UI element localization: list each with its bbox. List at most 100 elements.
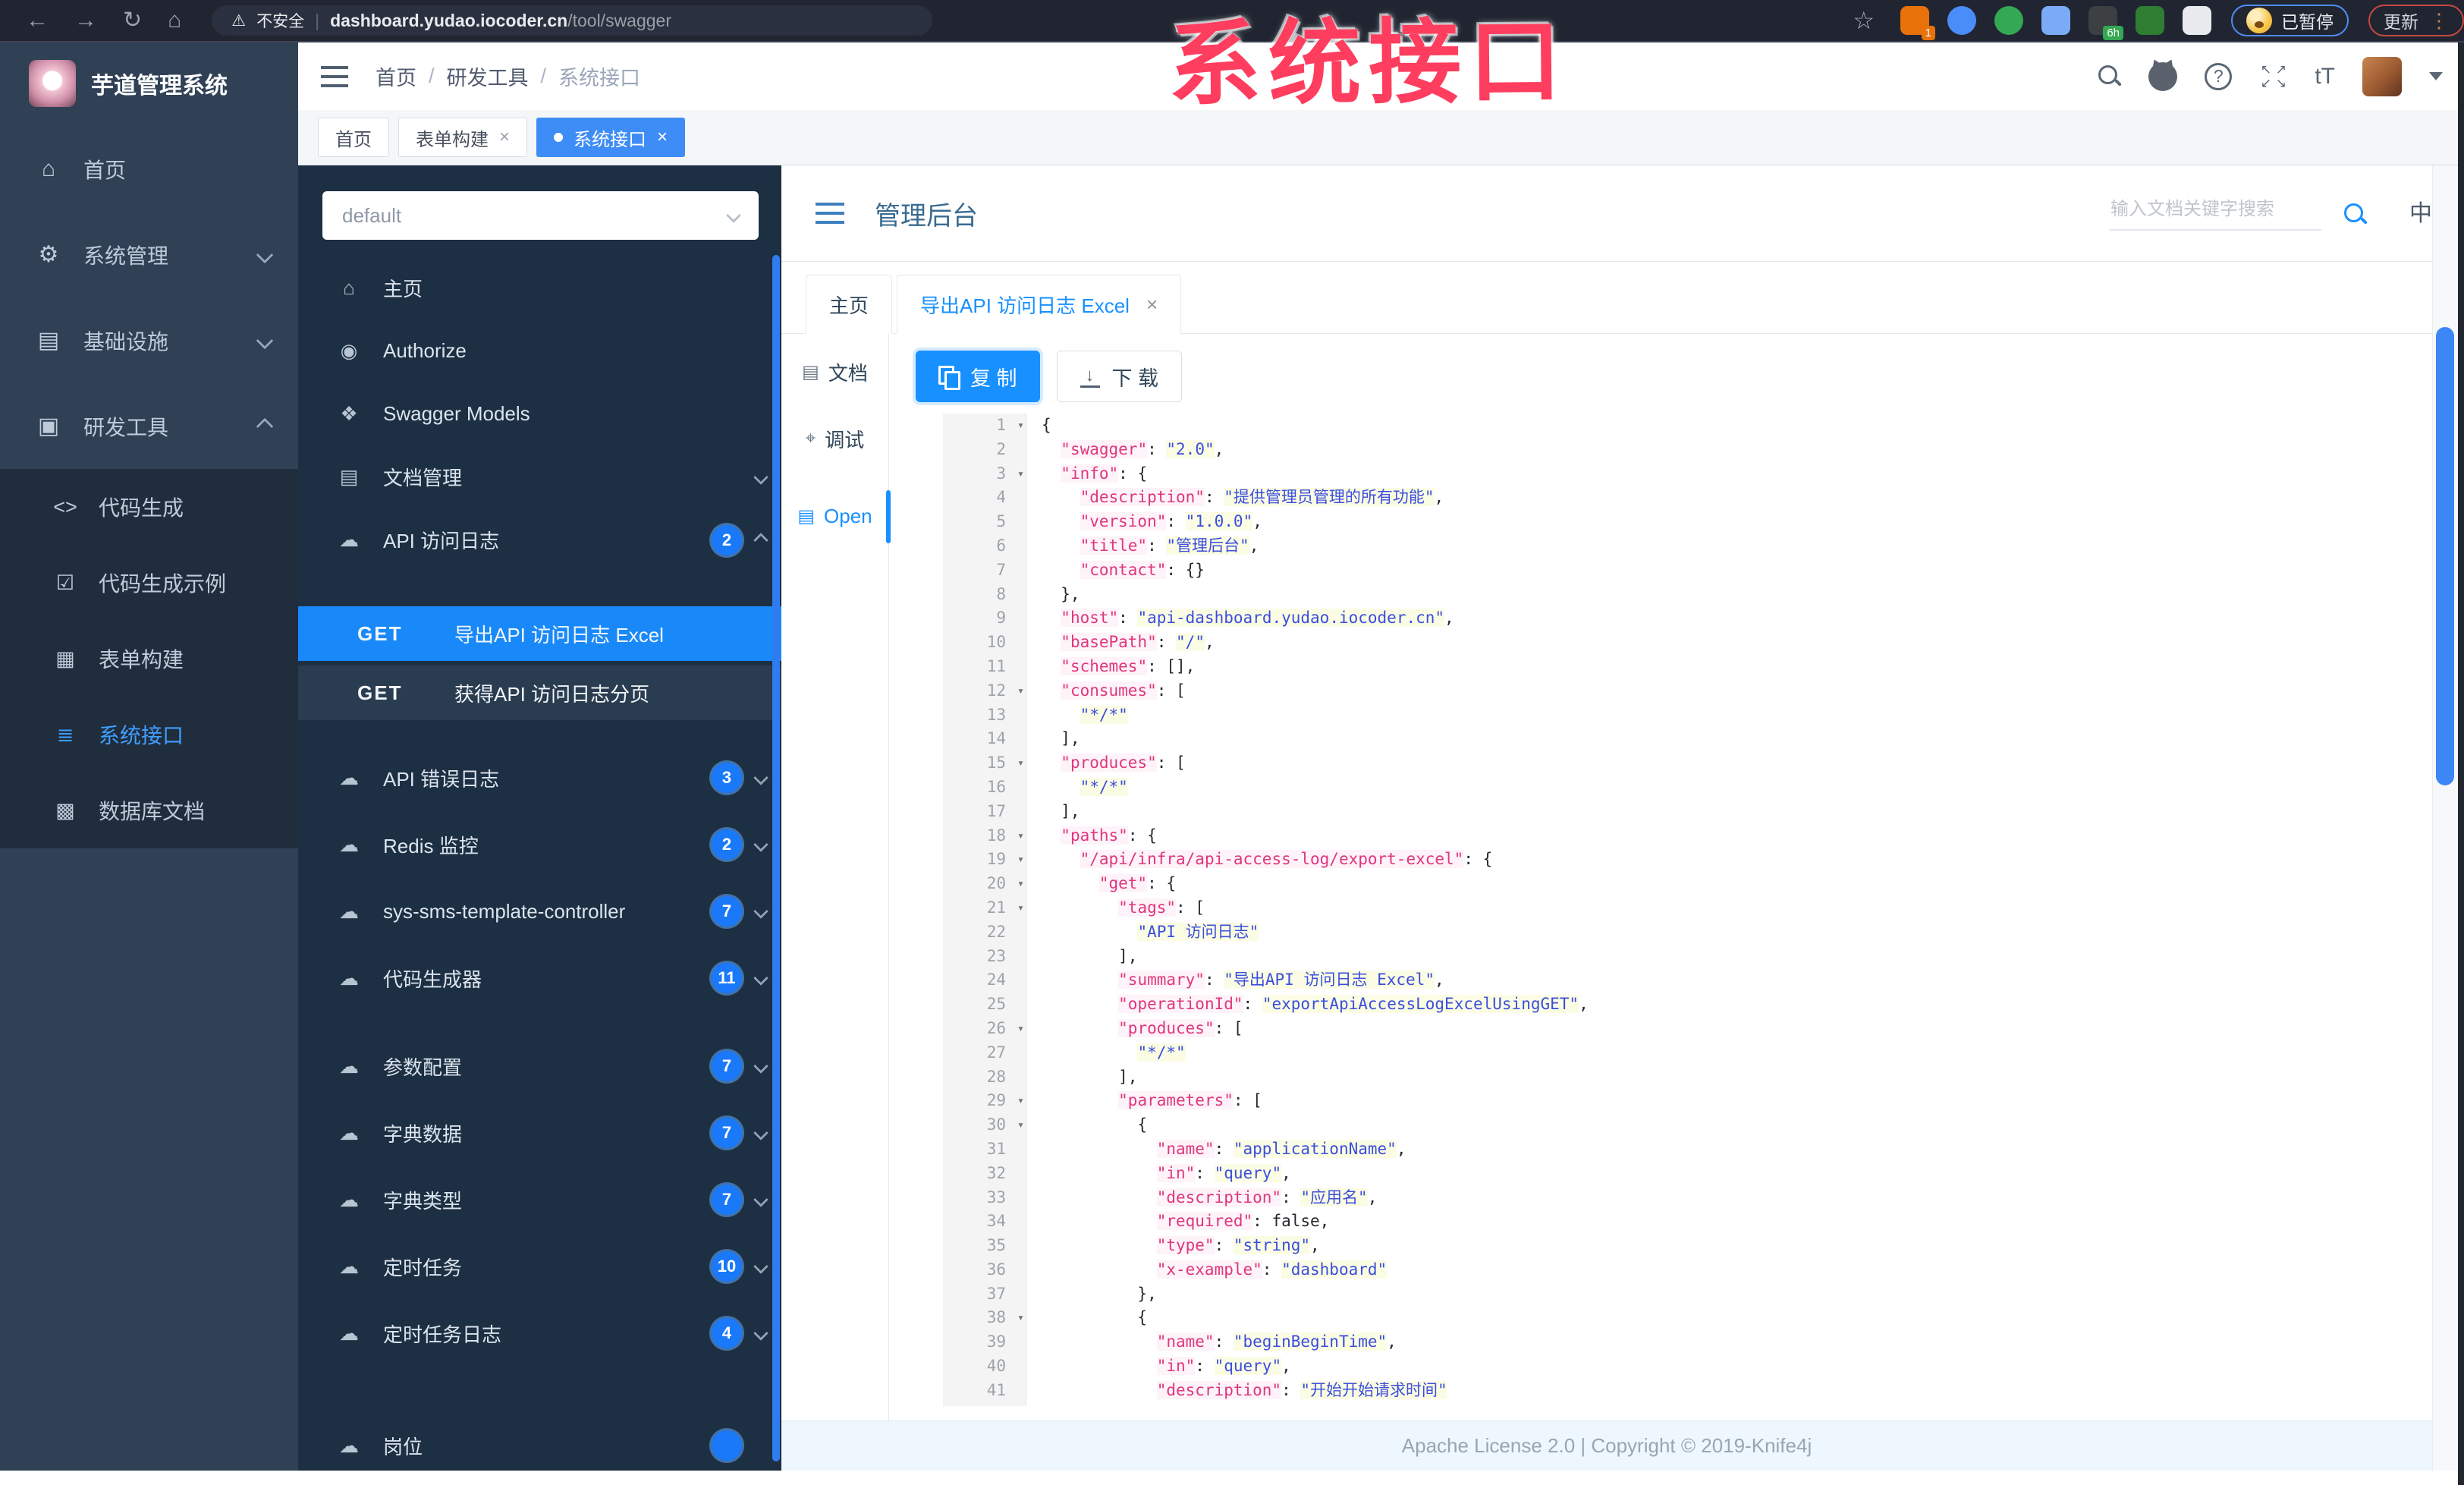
language-toggle-icon[interactable]: 中 <box>2409 194 2432 228</box>
extension-green-bird-icon[interactable] <box>2136 6 2164 35</box>
chevron-down-icon[interactable] <box>753 770 768 785</box>
cloud-icon: ☁ <box>339 766 359 789</box>
chevron-down-icon[interactable] <box>753 904 768 919</box>
back-icon[interactable]: ← <box>26 9 49 32</box>
api-group-8[interactable]: ☁ 定时任务日志 4 <box>298 1300 781 1367</box>
sidebar-item-1[interactable]: ⚙ 系统管理 <box>0 212 298 297</box>
paused-pill[interactable]: 已暂停 <box>2231 5 2349 36</box>
chevron-down-icon[interactable] <box>753 1326 768 1341</box>
doc-side-tab-2[interactable]: ▤ Open <box>781 483 891 549</box>
sidebar-subitem-0[interactable]: <> 代码生成 <box>0 469 298 545</box>
api-nav-item-2[interactable]: ❖ Swagger Models <box>298 382 781 445</box>
sidebar-item-3[interactable]: ▣ 研发工具 <box>0 383 298 469</box>
collapse-doc-nav-icon[interactable] <box>816 203 844 224</box>
sidebar-subitem-4[interactable]: ▩ 数据库文档 <box>0 772 298 848</box>
api-nav-item-0[interactable]: ⌂ 主页 <box>298 256 781 319</box>
address-bar[interactable]: ⚠ 不安全 | dashboard.yudao.iocoder.cn/tool/… <box>212 5 933 36</box>
api-group-4[interactable]: ☁ 参数配置 7 <box>298 1033 781 1100</box>
content-scrollbar-thumb[interactable] <box>2436 327 2454 785</box>
api-group-5[interactable]: ☁ 字典数据 7 <box>298 1100 781 1166</box>
fold-caret-icon[interactable]: ▾ <box>1017 462 1024 486</box>
chevron-down-icon[interactable] <box>753 469 768 485</box>
doc-tab-1[interactable]: 导出API 访问日志 Excel × <box>897 275 1182 334</box>
api-group-1[interactable]: ☁ Redis 监控 2 <box>298 811 781 878</box>
fold-caret-icon[interactable]: ▾ <box>1017 848 1024 872</box>
api-group-6[interactable]: ☁ 字典类型 7 <box>298 1166 781 1233</box>
fold-caret-icon[interactable]: ▾ <box>1017 896 1024 920</box>
extension-blue-pin-icon[interactable] <box>1947 6 1976 35</box>
sidebar-item-0[interactable]: ⌂ 首页 <box>0 126 298 212</box>
chevron-down-icon[interactable] <box>753 1259 768 1274</box>
help-icon[interactable]: ? <box>2205 62 2233 90</box>
fold-caret-icon[interactable]: ▾ <box>1017 1017 1024 1041</box>
not-secure-label[interactable]: 不安全 <box>256 9 304 32</box>
sidebar-subitem-1[interactable]: ☑ 代码生成示例 <box>0 545 298 621</box>
fold-caret-icon[interactable]: ▾ <box>1017 1113 1024 1137</box>
api-group-2[interactable]: ☁ sys-sms-template-controller 7 <box>298 878 781 945</box>
browser-menu-icon[interactable]: ⋮ <box>2429 9 2449 33</box>
chevron-down-icon[interactable] <box>753 971 768 986</box>
chevron-down-icon[interactable] <box>753 1059 768 1074</box>
page-tab-0[interactable]: 首页 <box>318 118 389 157</box>
fold-caret-icon[interactable]: ▾ <box>1017 824 1024 848</box>
window-edge <box>2458 42 2464 1485</box>
endpoint-1[interactable]: GET 获得API 访问日志分页 <box>298 665 781 720</box>
api-group-7[interactable]: ☁ 定时任务 10 <box>298 1233 781 1300</box>
group-select[interactable]: default <box>322 191 759 240</box>
code-editor[interactable]: 1 ▾ 2 3 ▾ 4 5 6 7 8 9 10 11 12 ▾ 13 14 15 ▾ 16 17 18 ▾ 19 ▾ 20 ▾ 21… <box>943 414 2456 1406</box>
fold-caret-icon[interactable]: ▾ <box>1017 1089 1024 1113</box>
extension-orange-icon[interactable]: 1 <box>1900 6 1935 40</box>
api-nav-item-4[interactable]: ☁ API 访问日志 2 <box>298 508 781 571</box>
reload-icon[interactable]: ↻ <box>123 9 142 32</box>
doc-tab-0[interactable]: 主页 <box>806 275 893 334</box>
download-button[interactable]: ↓ 下 载 <box>1056 351 1183 402</box>
endpoint-0[interactable]: GET 导出API 访问日志 Excel <box>298 606 781 661</box>
forward-icon[interactable]: → <box>74 9 97 32</box>
sidebar-item-2[interactable]: ▤ 基础设施 <box>0 297 298 383</box>
fold-caret-icon[interactable]: ▾ <box>1017 751 1024 776</box>
extension-grid-icon[interactable] <box>2041 6 2070 35</box>
api-nav-item-1[interactable]: ◉ Authorize <box>298 319 781 382</box>
chevron-down-icon[interactable] <box>753 1125 768 1140</box>
api-group-0[interactable]: ☁ API 错误日志 3 <box>298 744 781 811</box>
search-icon[interactable] <box>2098 64 2121 88</box>
extension-white-paw-icon[interactable] <box>2183 6 2211 35</box>
sidebar-subitem-3[interactable]: ≣ 系统接口 <box>0 697 298 772</box>
close-icon[interactable]: × <box>657 128 668 146</box>
fullscreen-icon[interactable]: ↖ ↗ ↙ ↘ <box>2259 63 2287 90</box>
close-icon[interactable]: × <box>1146 294 1158 314</box>
fold-caret-icon[interactable]: ▾ <box>1017 414 1024 438</box>
breadcrumb-item[interactable]: 研发工具 <box>447 61 529 91</box>
fold-caret-icon[interactable]: ▾ <box>1017 1306 1024 1330</box>
doc-search-icon[interactable] <box>2344 203 2367 226</box>
home-icon[interactable]: ⌂ <box>168 9 181 32</box>
api-group-9[interactable]: ☁ 岗位 <box>298 1412 781 1471</box>
fold-caret-icon[interactable]: ▾ <box>1017 679 1024 703</box>
chevron-down-icon[interactable] <box>753 1192 768 1207</box>
font-size-icon[interactable]: tT <box>2315 64 2335 90</box>
doc-search-input[interactable] <box>2109 199 2321 231</box>
api-nav-item-3[interactable]: ▤ 文档管理 <box>298 445 781 508</box>
page-tab-1[interactable]: 表单构建 × <box>398 118 528 157</box>
code-line: { <box>1042 1308 1148 1327</box>
github-icon[interactable] <box>2148 61 2178 91</box>
api-group-3[interactable]: ☁ 代码生成器 11 <box>298 945 781 1011</box>
close-icon[interactable]: × <box>499 128 510 146</box>
copy-button[interactable]: 复 制 <box>916 351 1040 402</box>
extension-green-shield-icon[interactable] <box>1994 6 2023 35</box>
sidebar-subitem-2[interactable]: ▦ 表单构建 <box>0 621 298 697</box>
user-avatar[interactable] <box>2362 56 2402 96</box>
fold-caret-icon[interactable]: ▾ <box>1017 872 1024 896</box>
page-tab-2[interactable]: 系统接口 × <box>536 118 686 157</box>
update-button[interactable]: 更新 ⋮ <box>2368 5 2464 36</box>
doc-side-tab-0[interactable]: ▤ 文档 <box>781 338 888 405</box>
extension-dark-icon[interactable]: 6h <box>2088 6 2123 40</box>
bookmark-star-icon[interactable]: ☆ <box>1853 6 1875 35</box>
chevron-down-icon[interactable] <box>753 837 768 852</box>
api-sidebar-scrollbar[interactable] <box>772 255 780 1461</box>
collapse-sidebar-icon[interactable] <box>321 65 348 87</box>
doc-side-tab-1[interactable]: ⌖ 调试 <box>781 405 888 472</box>
breadcrumb-item[interactable]: 首页 <box>376 61 416 91</box>
chevron-down-icon[interactable] <box>2429 72 2443 80</box>
chevron-up-icon[interactable] <box>753 532 768 548</box>
